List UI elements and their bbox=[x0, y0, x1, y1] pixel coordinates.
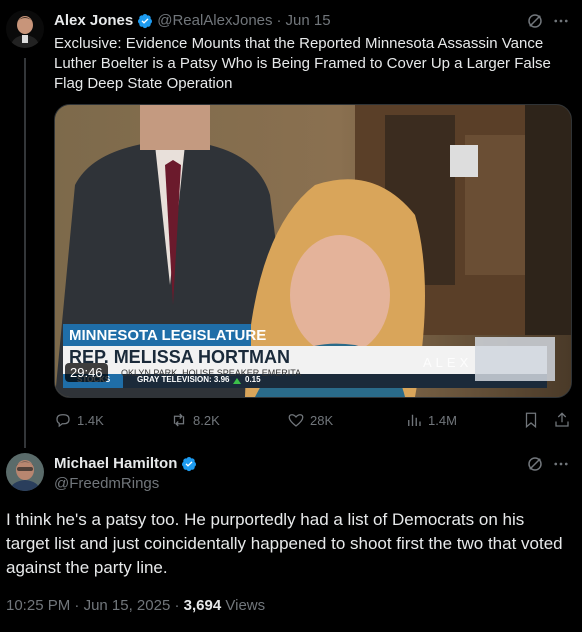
reply-date[interactable]: Jun 15, 2025 bbox=[84, 597, 171, 614]
reply-text: I think he's a patsy too. He purportedly… bbox=[6, 510, 563, 577]
like-count: 28K bbox=[310, 412, 334, 428]
author-handle[interactable]: @RealAlexJones bbox=[157, 12, 272, 29]
thread-connector-line bbox=[24, 58, 26, 448]
reply-views-count: 3,694 bbox=[183, 597, 222, 614]
ticker-change: 0.15 bbox=[245, 375, 261, 384]
bookmark-icon[interactable] bbox=[522, 411, 540, 429]
share-icon[interactable] bbox=[553, 411, 571, 429]
reply-author-handle[interactable]: @FreedmRings bbox=[54, 475, 159, 492]
verified-icon bbox=[182, 456, 197, 471]
reply-views-label: Views bbox=[225, 597, 266, 614]
like-icon bbox=[288, 414, 304, 427]
grok-icon[interactable] bbox=[526, 455, 544, 473]
separator-dot: · bbox=[74, 597, 80, 614]
author-name[interactable]: Alex Jones bbox=[54, 12, 133, 29]
video-duration: 29:46 bbox=[65, 363, 108, 382]
video-watermark: ALEX bbox=[423, 355, 473, 370]
ticker-text: GRAY TELEVISION: 3.96 bbox=[137, 375, 230, 384]
separator-dot: · bbox=[174, 597, 180, 614]
reply-time[interactable]: 10:25 PM bbox=[6, 597, 70, 614]
tweet-text: Exclusive: Evidence Mounts that the Repo… bbox=[54, 35, 551, 92]
more-icon[interactable] bbox=[552, 455, 570, 473]
more-icon[interactable] bbox=[552, 12, 570, 30]
views-icon bbox=[408, 414, 421, 426]
reply-author-name[interactable]: Michael Hamilton bbox=[54, 455, 177, 472]
repost-button[interactable]: 8.2K bbox=[170, 411, 220, 429]
tweet-date[interactable]: Jun 15 bbox=[286, 12, 331, 29]
verified-icon bbox=[138, 13, 153, 28]
reply-icon bbox=[56, 414, 70, 428]
avatar-alex-jones[interactable] bbox=[6, 10, 44, 48]
repost-icon bbox=[173, 413, 185, 427]
video-player[interactable]: MINNESOTA LEGISLATURE REP. MELISSA HORTM… bbox=[54, 104, 572, 398]
grok-icon[interactable] bbox=[526, 12, 544, 30]
like-button[interactable]: 28K bbox=[287, 411, 333, 429]
avatar-michael-hamilton[interactable] bbox=[6, 453, 44, 491]
repost-count: 8.2K bbox=[193, 412, 220, 428]
separator-dot: · bbox=[276, 12, 282, 29]
reply-button[interactable]: 1.4K bbox=[54, 411, 104, 429]
lower-third-title: MINNESOTA LEGISLATURE bbox=[69, 327, 267, 344]
reply-count: 1.4K bbox=[77, 412, 104, 428]
views-count: 1.4M bbox=[428, 412, 457, 428]
views-button[interactable]: 1.4M bbox=[405, 411, 457, 429]
